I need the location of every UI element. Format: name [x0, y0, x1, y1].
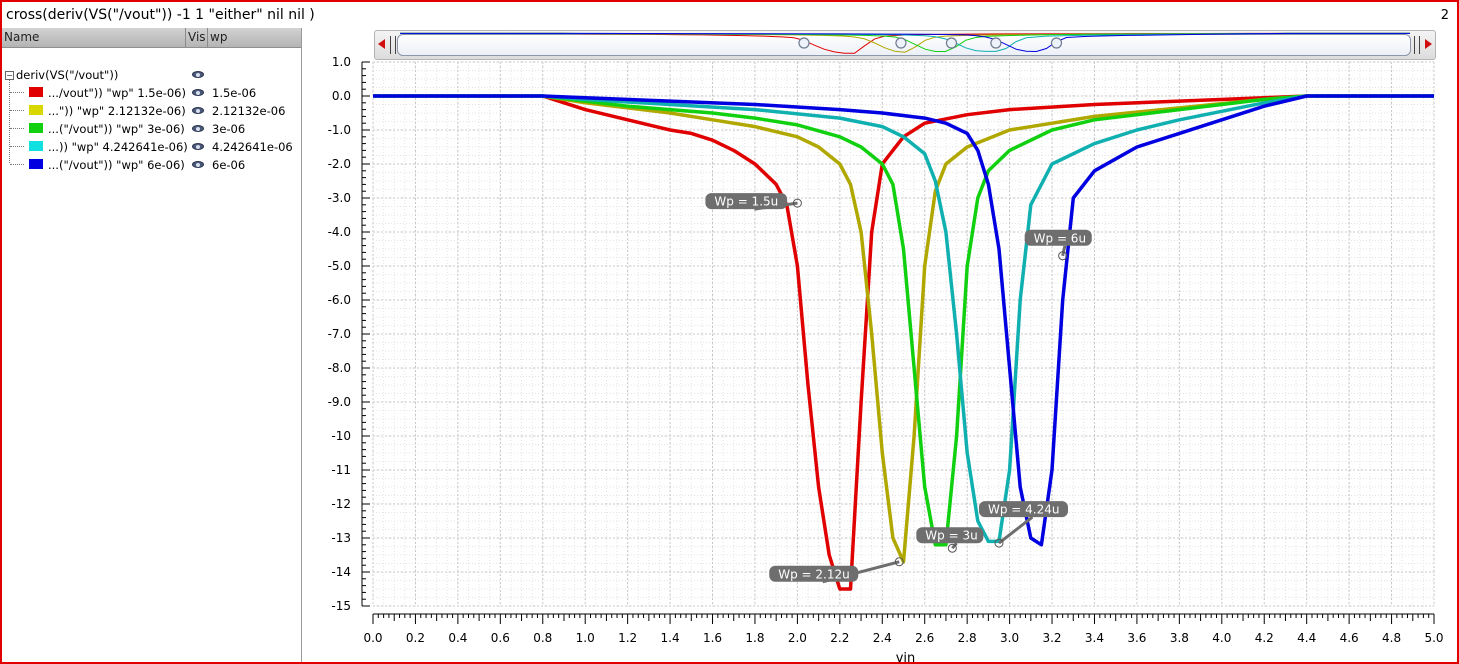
- y-tick-label: -10: [331, 429, 351, 443]
- overview-marker-icon[interactable]: [945, 37, 958, 49]
- x-tick-label: 2.0: [788, 631, 807, 645]
- overview-marker-icon[interactable]: [990, 37, 1002, 49]
- series-line[interactable]: [373, 94, 1434, 544]
- x-tick-label: 3.6: [1127, 631, 1146, 645]
- x-tick-label: 0.4: [448, 631, 467, 645]
- x-tick-label: 4.2: [1255, 631, 1274, 645]
- y-tick-label: -11: [331, 463, 351, 477]
- x-tick-label: 2.8: [958, 631, 977, 645]
- x-tick-label: 4.4: [1297, 631, 1316, 645]
- y-tick-label: -8.0: [328, 361, 351, 375]
- x-tick-label: 0.6: [491, 631, 510, 645]
- x-tick-label: 3.4: [1085, 631, 1104, 645]
- x-tick-label: 1.8: [745, 631, 764, 645]
- overview-marker-icon[interactable]: [798, 37, 810, 49]
- y-tick-label: -3.0: [328, 191, 351, 205]
- overview-marker-icon[interactable]: [895, 37, 907, 49]
- x-tick-label: 2.4: [873, 631, 892, 645]
- x-tick-label: 0.0: [363, 631, 382, 645]
- marker-leader-line: [1061, 245, 1067, 257]
- x-axis-label: vin: [896, 651, 916, 664]
- x-tick-label: 0.2: [406, 631, 425, 645]
- y-tick-label: -6.0: [328, 293, 351, 307]
- y-tick-label: -13: [331, 531, 351, 545]
- x-tick-label: 2.2: [830, 631, 849, 645]
- y-tick-label: -15: [331, 599, 351, 613]
- x-tick-label: 4.6: [1340, 631, 1359, 645]
- x-tick-label: 4.8: [1382, 631, 1401, 645]
- x-tick-label: 2.6: [915, 631, 934, 645]
- x-tick-label: 1.0: [576, 631, 595, 645]
- marker-label: Wp = 4.24u: [988, 503, 1060, 517]
- y-tick-label: -12: [331, 497, 351, 511]
- x-tick-label: 3.2: [1042, 631, 1061, 645]
- x-tick-label: 1.4: [661, 631, 680, 645]
- y-tick-label: -2.0: [328, 157, 351, 171]
- marker-label: Wp = 1.5u: [714, 195, 778, 209]
- y-tick-label: -7.0: [328, 327, 351, 341]
- overview-marker-icon[interactable]: [1050, 37, 1063, 49]
- y-tick-label: -4.0: [328, 225, 351, 239]
- x-tick-label: 1.6: [703, 631, 722, 645]
- marker-label: Wp = 2.12u: [778, 567, 850, 581]
- x-tick-label: 4.0: [1212, 631, 1231, 645]
- plot-area[interactable]: 1.0 0.0 -1.0 -2.0 -3.0 -4.0 -5.0 -6.0 -7.0 -8.0 -9…: [0, 0, 1459, 664]
- y-tick-label: -5.0: [328, 259, 351, 273]
- y-tick-label: -9.0: [328, 395, 351, 409]
- y-tick-label: -1.0: [328, 123, 351, 137]
- y-tick-label: -14: [331, 565, 351, 579]
- x-tick-label: 0.8: [533, 631, 552, 645]
- x-tick-label: 3.0: [1000, 631, 1019, 645]
- x-tick-label: 5.0: [1424, 631, 1443, 645]
- x-tick-label: 1.2: [618, 631, 637, 645]
- y-tick-label: 1.0: [332, 55, 351, 69]
- marker-label: Wp = 3u: [925, 529, 977, 543]
- marker-label: Wp = 6u: [1034, 231, 1086, 245]
- x-tick-label: 3.8: [1170, 631, 1189, 645]
- y-tick-label: 0.0: [332, 89, 351, 103]
